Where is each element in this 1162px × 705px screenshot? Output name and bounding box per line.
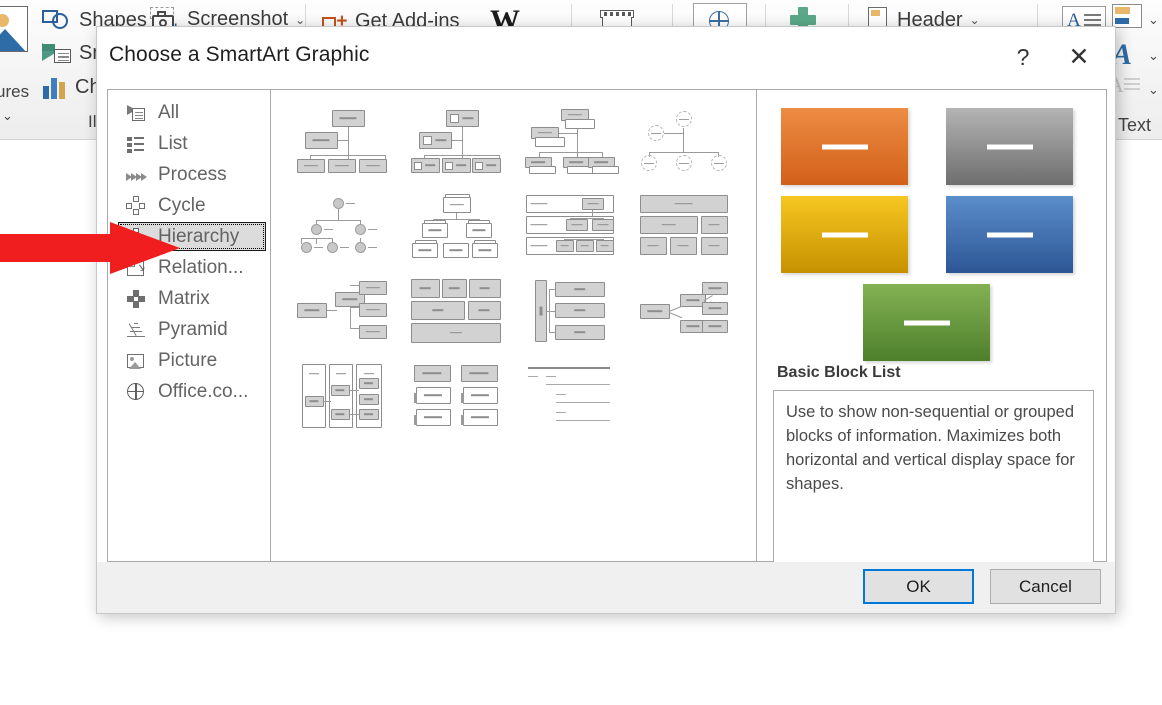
cancel-button[interactable]: Cancel bbox=[990, 569, 1101, 604]
dialog-body: All List Process Cycle Hierarchy ↘ Relat… bbox=[107, 89, 1107, 566]
mountain-shape bbox=[0, 29, 27, 51]
red-arrow-annotation bbox=[0, 222, 180, 274]
gallery-item-hierarchy-lines[interactable] bbox=[513, 353, 626, 438]
thumb-glyph bbox=[639, 281, 728, 340]
chevron-down-icon[interactable]: ⌄ bbox=[295, 13, 305, 27]
category-item-list[interactable]: List bbox=[108, 128, 270, 159]
gallery-item-labeled-hierarchy[interactable] bbox=[399, 183, 512, 268]
thumb-glyph bbox=[410, 278, 501, 343]
thumb-glyph bbox=[296, 280, 387, 341]
gallery-item-organization-chart[interactable] bbox=[285, 98, 398, 183]
gallery-item-picture-organization-chart[interactable] bbox=[399, 98, 512, 183]
thumb-glyph bbox=[534, 279, 605, 342]
dialog-footer: OK Cancel bbox=[97, 562, 1115, 613]
cycle-icon bbox=[126, 195, 146, 216]
list-icon bbox=[126, 134, 146, 154]
category-label: Process bbox=[158, 163, 227, 185]
category-item-pyramid[interactable]: Pyramid bbox=[108, 314, 270, 345]
chevron-down-icon[interactable]: ⌄ bbox=[1148, 48, 1159, 64]
category-item-office-com[interactable]: Office.co... bbox=[108, 376, 270, 407]
smartart-icon bbox=[42, 42, 72, 65]
category-item-process[interactable]: Process bbox=[108, 159, 270, 190]
wordart-icon[interactable] bbox=[1112, 4, 1146, 32]
gallery-item-hierarchy-list[interactable] bbox=[285, 268, 398, 353]
category-label: All bbox=[158, 101, 180, 123]
preview-description: Use to show non-sequential or grouped bl… bbox=[773, 390, 1094, 566]
category-item-matrix[interactable]: Matrix bbox=[108, 283, 270, 314]
thumb-glyph bbox=[300, 197, 383, 254]
category-label: Pyramid bbox=[158, 318, 228, 340]
thumb-glyph bbox=[410, 193, 502, 258]
dialog-title-bar: Choose a SmartArt Graphic ? ✕ bbox=[97, 27, 1115, 86]
category-label: Picture bbox=[158, 349, 218, 371]
orange-block bbox=[781, 108, 908, 185]
help-button[interactable]: ? bbox=[1004, 41, 1042, 73]
process-icon bbox=[126, 165, 147, 185]
gallery-item-architecture-layout[interactable] bbox=[399, 268, 512, 353]
thumb-glyph bbox=[301, 363, 382, 428]
preview-blocks bbox=[773, 104, 1094, 362]
pictures-group-label: ures bbox=[0, 82, 30, 101]
preview-panel: Basic Block List Use to show non-sequent… bbox=[757, 90, 1106, 566]
gallery-item-horizontal-multi-level-hierarchy[interactable] bbox=[627, 183, 740, 268]
smartart-gallery bbox=[271, 90, 757, 561]
dialog-title: Choose a SmartArt Graphic bbox=[109, 43, 370, 66]
category-label: Matrix bbox=[158, 287, 210, 309]
close-icon[interactable]: ✕ bbox=[1057, 41, 1101, 73]
category-label: Office.co... bbox=[158, 380, 249, 402]
gray-block bbox=[946, 108, 1073, 185]
choose-smartart-dialog: Choose a SmartArt Graphic ? ✕ All List P… bbox=[96, 26, 1116, 614]
gallery-row bbox=[285, 98, 750, 183]
blue-block bbox=[946, 196, 1073, 273]
thumb-glyph bbox=[413, 364, 498, 427]
category-item-all[interactable]: All bbox=[108, 97, 270, 128]
category-label: List bbox=[158, 132, 188, 154]
office-com-globe-icon bbox=[126, 382, 146, 402]
chart-icon bbox=[42, 77, 68, 99]
text-group-label: Text bbox=[1118, 115, 1152, 135]
category-list: All List Process Cycle Hierarchy ↘ Relat… bbox=[108, 90, 271, 561]
chevron-down-icon[interactable]: ⌄ bbox=[1148, 12, 1159, 28]
gallery-row bbox=[285, 268, 750, 353]
thumb-glyph bbox=[410, 109, 501, 173]
gallery-item-circle-picture-hierarchy[interactable] bbox=[627, 98, 740, 183]
pyramid-icon bbox=[126, 320, 146, 340]
category-label: Cycle bbox=[158, 194, 206, 216]
pictures-caret-icon[interactable]: ⌄ bbox=[2, 108, 13, 124]
chevron-down-icon[interactable]: ⌄ bbox=[1148, 82, 1159, 98]
picture-icon bbox=[126, 351, 146, 371]
pictures-icon[interactable] bbox=[0, 6, 28, 52]
gallery-item-lined-list[interactable] bbox=[399, 353, 512, 438]
sun-shape bbox=[0, 14, 9, 27]
category-item-picture[interactable]: Picture bbox=[108, 345, 270, 376]
thumb-glyph bbox=[525, 194, 614, 257]
thumb-glyph bbox=[524, 108, 619, 174]
gallery-item-name-and-title-organization-chart[interactable] bbox=[513, 98, 626, 183]
yellow-block bbox=[781, 196, 908, 273]
gallery-item-table-hierarchy[interactable] bbox=[513, 183, 626, 268]
gallery-item-table-hierarchy-alt[interactable] bbox=[285, 353, 398, 438]
thumb-glyph bbox=[640, 110, 727, 171]
thumb-glyph bbox=[527, 366, 612, 425]
thumb-glyph bbox=[296, 109, 387, 173]
screen: ures ⌄ Shapes ⌄ Smart Chart Il + bbox=[0, 0, 1162, 705]
gallery-item-half-circle-organization-chart[interactable] bbox=[285, 183, 398, 268]
gallery-item-horizontal-labeled-hierarchy[interactable] bbox=[627, 268, 740, 353]
matrix-icon bbox=[126, 289, 146, 309]
category-item-cycle[interactable]: Cycle bbox=[108, 190, 270, 221]
preview-title: Basic Block List bbox=[777, 364, 901, 381]
all-icon bbox=[126, 103, 146, 123]
gallery-row bbox=[285, 353, 750, 438]
thumb-glyph bbox=[639, 194, 728, 257]
gallery-row bbox=[285, 183, 750, 268]
gallery-item-horizontal-hierarchy[interactable] bbox=[513, 268, 626, 353]
ok-button[interactable]: OK bbox=[863, 569, 974, 604]
green-block bbox=[863, 284, 990, 361]
shapes-icon bbox=[42, 8, 72, 32]
chevron-down-icon[interactable]: ⌄ bbox=[970, 13, 980, 27]
